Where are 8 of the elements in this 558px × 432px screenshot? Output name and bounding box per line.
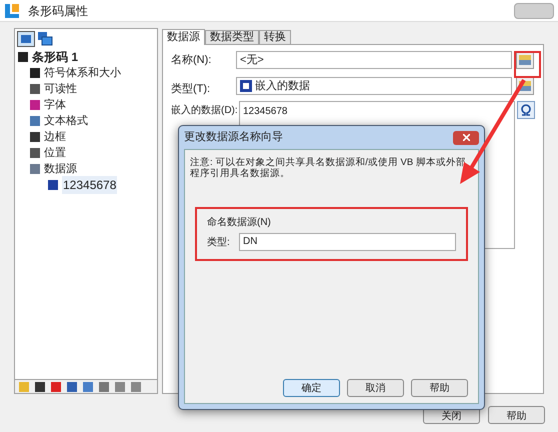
group-label: 命名数据源(N) <box>207 216 272 230</box>
type-label: 类型(T): <box>171 82 212 97</box>
dialog-title: 更改数据源名称向导 <box>184 130 283 146</box>
data-label: 嵌入的数据(D): <box>171 104 237 117</box>
note-text: 注意: 可以在对象之间共享具名数据源和/或使用 VB 脚本或外部程序引用具名数据源。 <box>190 157 467 179</box>
name-label: 名称(N): <box>171 52 212 68</box>
window-title: 条形码属性 <box>28 2 88 20</box>
type-label: 类型: <box>207 236 231 250</box>
